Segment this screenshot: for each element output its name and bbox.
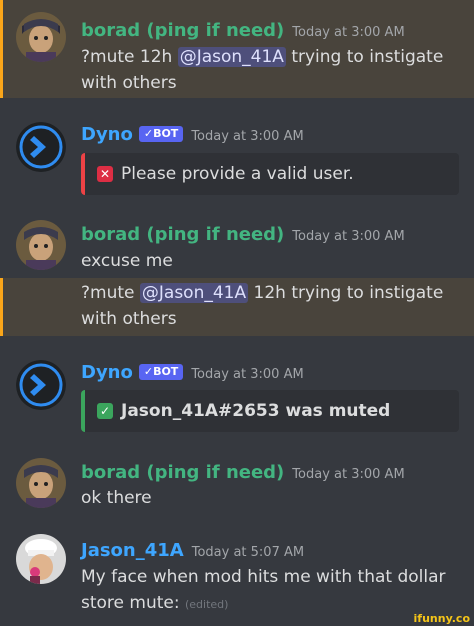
author-name[interactable]: borad (ping if need) — [81, 462, 284, 483]
jason-avatar[interactable] — [16, 534, 66, 584]
author-name[interactable]: Jason_41A — [81, 540, 184, 561]
edited-label: (edited) — [185, 598, 229, 611]
x-icon: ✕ — [97, 166, 113, 182]
message-content: My face when mod hits me with that dolla… — [81, 567, 446, 613]
dyno-avatar[interactable] — [16, 360, 66, 410]
message-5: borad (ping if need) Today at 3:00 AM ok … — [0, 452, 474, 526]
author-name[interactable]: Dyno — [81, 124, 133, 145]
message-6: Jason_41A Today at 5:07 AM My face when m… — [0, 530, 474, 626]
check-icon: ✓ — [97, 403, 113, 419]
message-timestamp: Today at 3:00 AM — [191, 129, 304, 144]
message-3: borad (ping if need) Today at 3:00 AM exc… — [0, 212, 474, 278]
message-timestamp: Today at 5:07 AM — [191, 545, 305, 560]
borad-avatar[interactable] — [16, 12, 66, 62]
message-content: ?mute 12h @Jason_41A trying to instigate… — [81, 47, 444, 93]
bot-badge: ✓BOT — [138, 126, 184, 142]
author-name[interactable]: borad (ping if need) — [81, 224, 284, 245]
author-name[interactable]: borad (ping if need) — [81, 20, 284, 41]
ifunny-watermark: ifunny.co — [413, 612, 470, 625]
user-mention[interactable]: @Jason_41A — [177, 47, 286, 67]
author-name[interactable]: Dyno — [81, 362, 133, 383]
message-content: ok there — [81, 488, 152, 508]
message-timestamp: Today at 3:00 AM — [292, 467, 405, 482]
message-content: ?mute @Jason_41A 12h trying to instigate… — [81, 283, 444, 329]
message-timestamp: Today at 3:00 AM — [292, 25, 405, 40]
message-timestamp: Today at 3:00 AM — [191, 367, 304, 382]
success-embed: ✓ Jason_41A#2653 was muted — [81, 390, 459, 432]
embed-text: Jason_41A#2653 was muted — [121, 401, 391, 421]
message-3-continued: ?mute @Jason_41A 12h trying to instigate… — [0, 278, 474, 336]
bot-badge: ✓BOT — [138, 364, 184, 380]
message-4: Dyno ✓BOT Today at 3:00 AM ✓ Jason_41A#265… — [0, 348, 474, 448]
message-content: excuse me — [81, 251, 173, 271]
embed-text: Please provide a valid user. — [121, 164, 354, 184]
user-mention[interactable]: @Jason_41A — [139, 283, 249, 303]
message-timestamp: Today at 3:00 AM — [292, 229, 405, 244]
borad-avatar[interactable] — [16, 458, 66, 508]
dyno-avatar[interactable] — [16, 122, 66, 172]
error-embed: ✕ Please provide a valid user. — [81, 153, 459, 195]
borad-avatar[interactable] — [16, 220, 66, 270]
message-1: borad (ping if need) Today at 3:00 AM ?mu… — [0, 0, 474, 98]
message-2: Dyno ✓BOT Today at 3:00 AM ✕ Please provid… — [0, 110, 474, 210]
